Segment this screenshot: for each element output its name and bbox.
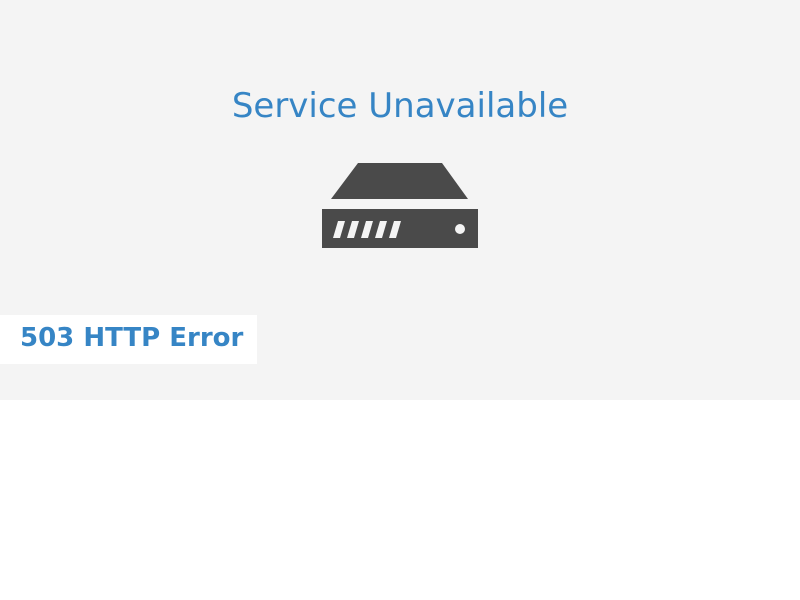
error-code-label: 503 HTTP Error [20, 323, 244, 353]
error-code-badge: 503 HTTP Error [0, 315, 257, 364]
error-panel: Service Unavailable 503 HTTP Error [0, 0, 800, 400]
server-icon [322, 163, 478, 248]
page-title: Service Unavailable [231, 86, 569, 126]
